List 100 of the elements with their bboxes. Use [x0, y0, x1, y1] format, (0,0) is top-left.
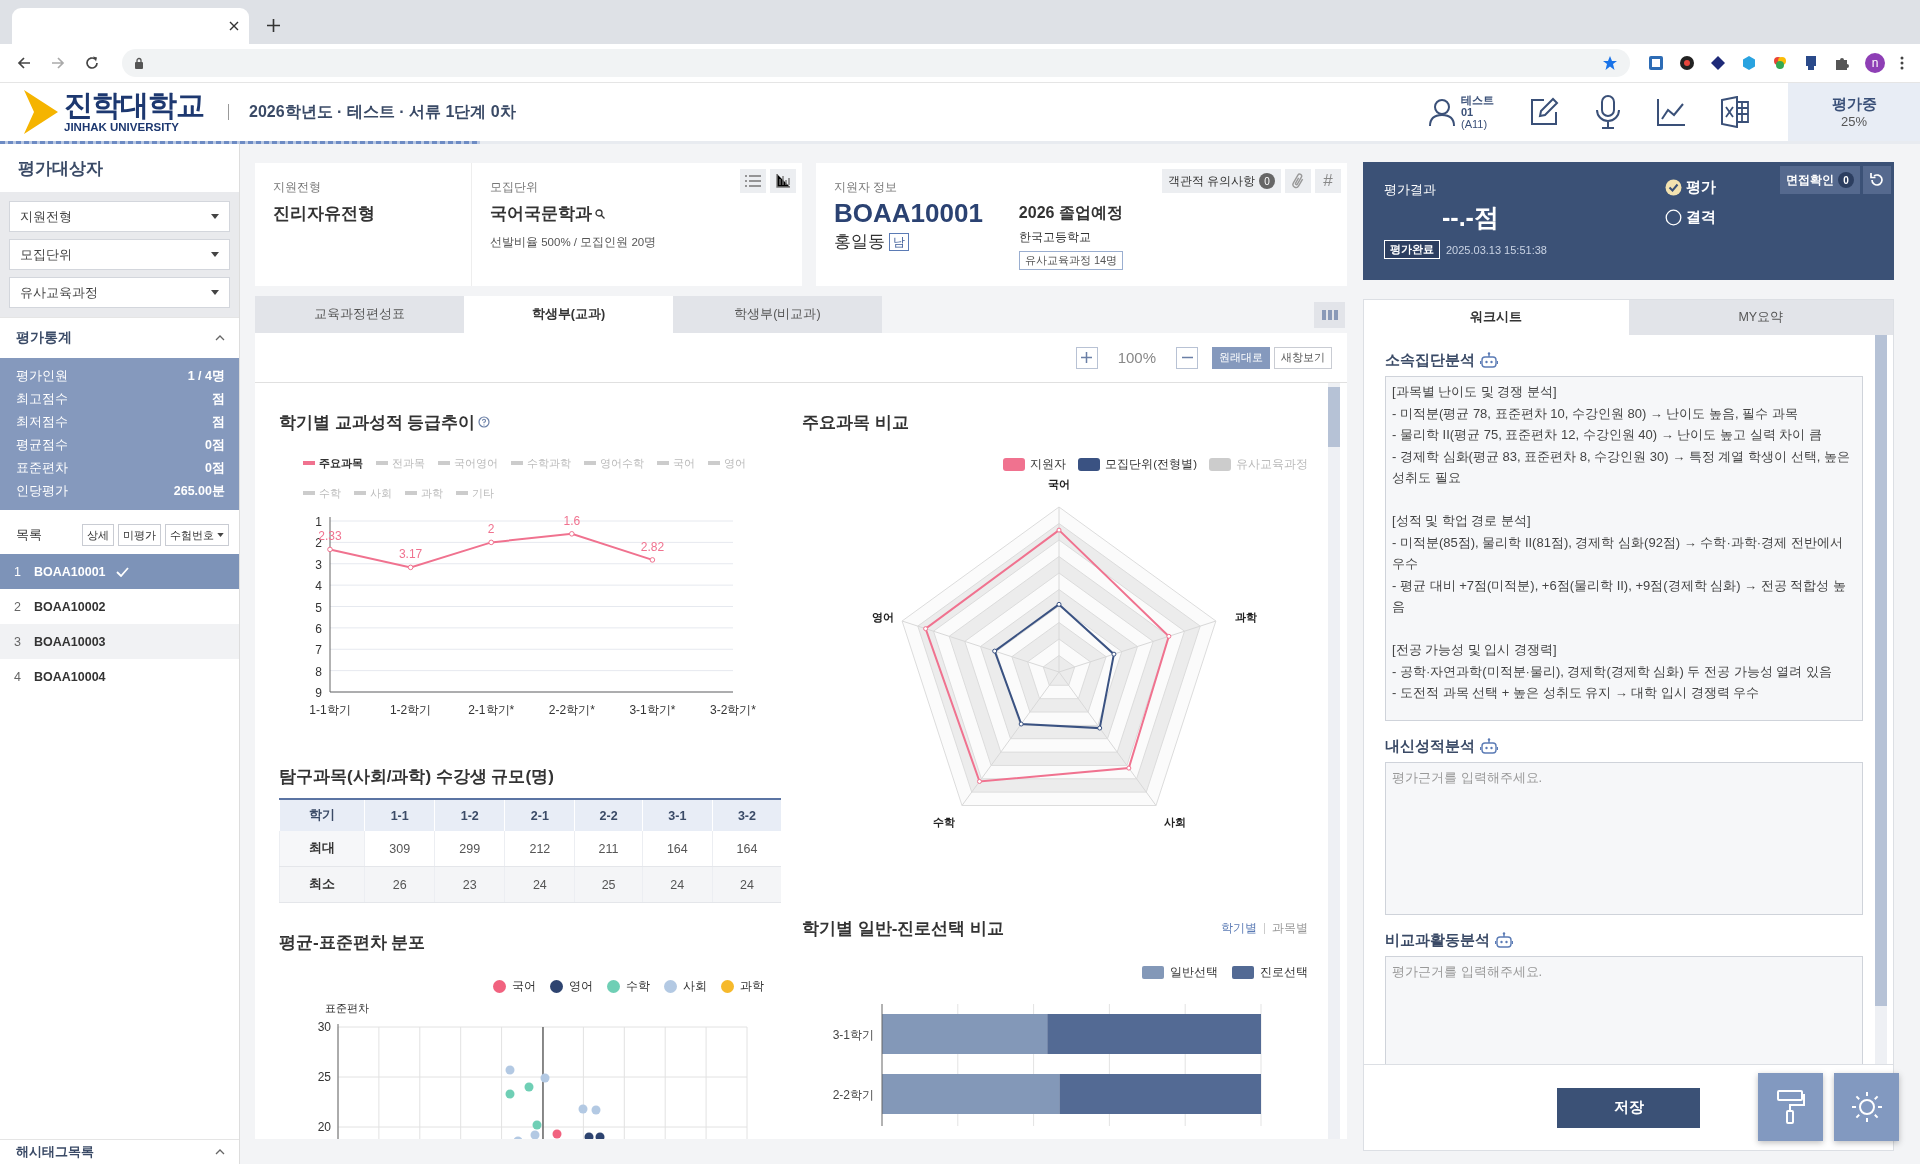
stat-label: 표준편차 [16, 460, 68, 477]
stat-value: 점 [212, 414, 225, 431]
score-value: --.-점 [1442, 202, 1500, 233]
user-id: 01 [1461, 106, 1475, 118]
table-cell: 24 [712, 866, 781, 903]
gender-tag: 남 [889, 232, 909, 251]
legend-label: 수학 [626, 978, 650, 994]
chart-title: 주요과목 비교 [802, 411, 909, 434]
axis-tick-label: 2-1학기* [468, 703, 515, 717]
stat-value: 0점 [205, 437, 225, 454]
legend-label: 과학 [740, 978, 764, 994]
axis-tick-label: 1-2학기 [389, 703, 432, 717]
count-badge: 0 [1259, 173, 1275, 189]
table-cell: 164 [712, 831, 781, 867]
row-header: 최소 [279, 866, 365, 903]
user-name: 테스트 [1461, 94, 1494, 106]
axis-tick-label: 8 [315, 664, 322, 679]
field-label: 모집단위 [490, 179, 538, 196]
applicant-name: 홍일동 [834, 231, 885, 253]
list-index: 3 [14, 634, 22, 649]
field-label: 지원자 정보 [834, 179, 898, 196]
list-index: 4 [14, 669, 22, 684]
list-index: 1 [14, 564, 22, 579]
stat-value: 점 [212, 391, 225, 408]
legend-label: 국어 [512, 978, 536, 994]
axis-tick-label: 3 [315, 557, 322, 572]
stat-value: 265.00분 [173, 483, 225, 500]
applicant-id: BOAA10002 [34, 599, 106, 614]
legend-label: 사회 [683, 978, 707, 994]
row-header: 최대 [279, 831, 365, 867]
field-value: 진리자유전형 [273, 203, 375, 225]
axis-tick-label: 2-2학기 [832, 1088, 874, 1102]
axis-label: 과학 [1235, 611, 1257, 623]
table-cell: 24 [504, 866, 575, 903]
axis-tick-label: 25 [317, 1070, 331, 1084]
table-cell: 309 [364, 831, 435, 867]
applicant-id: BOAA10001 [834, 199, 983, 227]
section-title: 평가통계 [16, 329, 72, 347]
axis-tick-label: 2-2학기* [548, 703, 595, 717]
axis-tick-label: 1-1학기 [309, 703, 351, 717]
chart-title: 학기별 일반-진로선택 비교 [802, 917, 1005, 940]
list-index: 2 [14, 599, 22, 614]
user-code: (A11) [1461, 118, 1489, 130]
table-title: 탐구과목(사회/과학) 수강생 규모(명) [279, 765, 554, 788]
axis-tick-label: 5 [315, 600, 322, 615]
column-header: 2-1 [504, 799, 575, 831]
stat-label: 평가인원 [16, 368, 68, 385]
table-cell: 23 [434, 866, 505, 903]
stat-label: 최저점수 [16, 414, 68, 431]
axis-label: 사회 [1164, 816, 1186, 828]
section-title: 내신성적분석 [1385, 736, 1475, 756]
similar-curriculum-tag: 유사교육과정 14명 [1018, 251, 1124, 270]
field-label: 지원전형 [273, 179, 321, 196]
column-header: 학기 [279, 799, 365, 831]
stat-label: 평균점수 [16, 437, 68, 454]
table-cell: 212 [504, 831, 575, 867]
legend-label: 일반선택 [1170, 964, 1218, 980]
data-label: 1.6 [563, 513, 581, 528]
axis-tick-label: 3-1학기* [629, 703, 676, 717]
applicant-id: BOAA10004 [34, 669, 106, 684]
school-name: 한국고등학교 [1018, 229, 1091, 246]
chart-title: 평균-표준편차 분포 [279, 931, 426, 954]
list-title: 목록 [16, 526, 42, 544]
exam-breadcrumb: 2026학년도 · 테스트 · 서류 1단계 0차 [228, 104, 516, 120]
section-title: 해시태그목록 [16, 1143, 94, 1161]
university-logo-name: 진학대학교 [64, 90, 204, 120]
table-cell: 164 [642, 831, 713, 867]
timestamp: 2025.03.13 15:51:38 [1446, 243, 1547, 256]
column-header: 2-2 [574, 799, 643, 831]
section-title: 소속집단분석 [1385, 350, 1475, 370]
axis-tick-label: 30 [317, 1020, 331, 1034]
legend-label: 진로선택 [1260, 964, 1308, 980]
axis-tick-label: 9 [315, 686, 322, 700]
stat-value: 0점 [205, 460, 225, 477]
table-cell: 24 [642, 866, 713, 903]
table-cell: 26 [364, 866, 435, 903]
axis-tick-label: 7 [315, 643, 322, 658]
field-value: 국어국문학과 [490, 203, 592, 225]
stat-label: 인당평가 [16, 483, 68, 500]
count-badge: 0 [1838, 172, 1854, 188]
university-logo-subtitle: JINHAK UNIVERSITY [64, 121, 181, 134]
table-cell: 211 [574, 831, 643, 867]
axis-title: 표준편차 [325, 1002, 369, 1014]
axis-label: 국어 [1048, 478, 1070, 490]
progress-label: 평가중 [1831, 95, 1877, 114]
axis-tick-label: 4 [315, 579, 322, 594]
column-header: 3-1 [642, 799, 713, 831]
status-tag: 평가완료 [1384, 240, 1440, 259]
axis-label: 영어 [872, 611, 894, 623]
field-detail: 선발비율 500% / 모집인원 20명 [490, 235, 657, 250]
graduation-status: 2026 졸업예정 [1018, 203, 1123, 223]
sidebar-title: 평가대상자 [17, 157, 104, 180]
axis-tick-label: 3-2학기* [710, 703, 756, 717]
column-header: 1-1 [364, 799, 435, 831]
chart-title: 학기별 교과성적 등급추이 [279, 411, 476, 434]
axis-tick-label: 20 [317, 1120, 331, 1134]
stat-value: 1 / 4명 [187, 368, 225, 385]
zoom-level: 100% [1117, 349, 1156, 366]
column-header: 3-2 [712, 799, 781, 831]
table-cell: 25 [574, 866, 643, 903]
